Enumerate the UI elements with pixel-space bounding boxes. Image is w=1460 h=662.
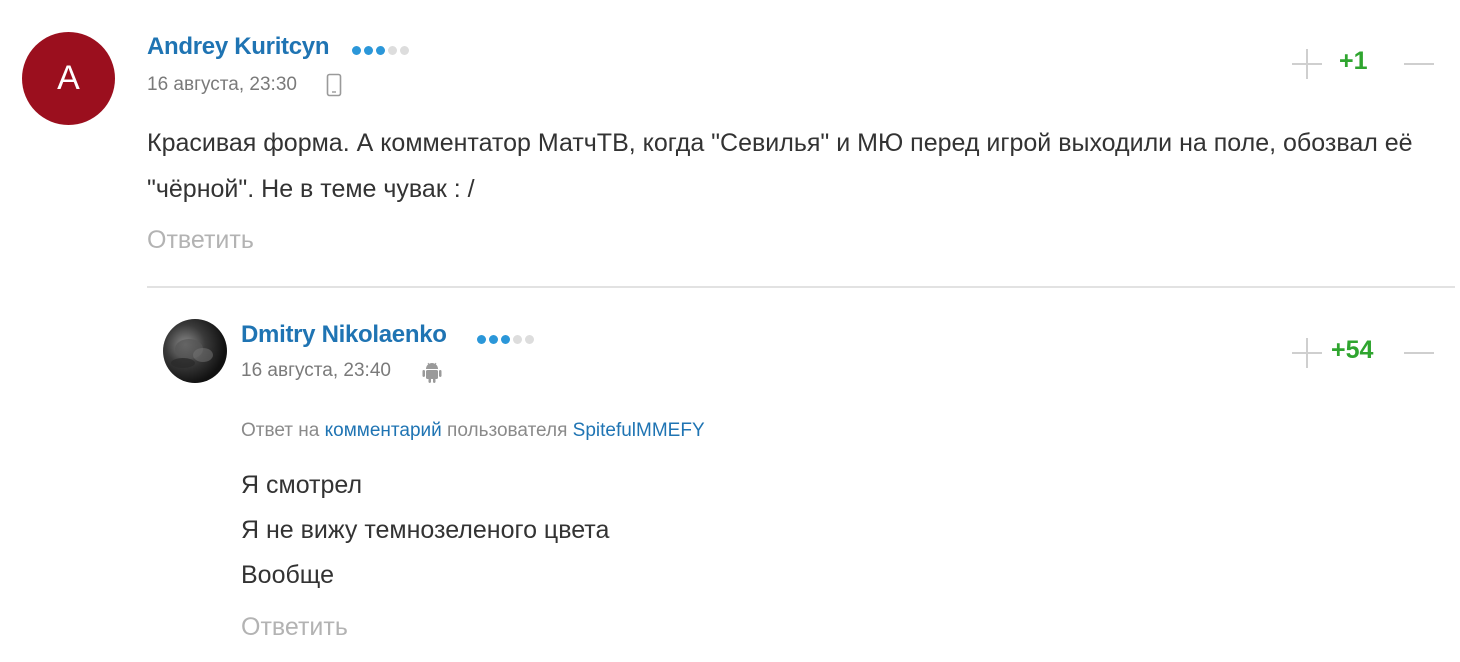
- comments-thread: A Andrey Kuritcyn 16 августа, 23:30 +1 К…: [0, 0, 1460, 662]
- avatar-image: [171, 339, 213, 368]
- android-icon: [422, 362, 442, 383]
- user-rating-dots: [477, 333, 534, 345]
- rating-dot: [501, 334, 510, 344]
- rating-dot: [400, 45, 409, 55]
- rating-dot: [513, 334, 522, 344]
- user-rating-dots: [352, 44, 409, 56]
- rating-dot: [376, 45, 385, 55]
- parent-comment-link[interactable]: комментарий: [325, 420, 442, 441]
- avatar[interactable]: A: [22, 32, 115, 125]
- author-name[interactable]: Dmitry Nikolaenko: [241, 321, 447, 349]
- avatar[interactable]: [163, 319, 227, 383]
- comment-text-line: Вообще: [241, 561, 334, 589]
- comment-date[interactable]: 16 августа, 23:40: [241, 360, 391, 382]
- rating-dot: [364, 45, 373, 55]
- vote-score: +54: [1331, 336, 1374, 364]
- reply-prefix: Ответ на: [241, 420, 320, 441]
- parent-user-link[interactable]: SpitefulMMEFY: [573, 420, 705, 441]
- upvote-button[interactable]: [1292, 49, 1322, 79]
- reply-middle: пользователя: [447, 420, 568, 441]
- downvote-button[interactable]: [1404, 49, 1434, 79]
- reply-button[interactable]: Ответить: [147, 226, 254, 255]
- mobile-phone-icon: [326, 73, 342, 97]
- divider: [147, 286, 1455, 288]
- rating-dot: [388, 45, 397, 55]
- comment-text: Красивая форма. А комментатор МатчТВ, ко…: [147, 129, 1413, 203]
- comment-date[interactable]: 16 августа, 23:30: [147, 74, 297, 96]
- comment-text-line: Я смотрел: [241, 471, 363, 499]
- upvote-button[interactable]: [1292, 338, 1322, 368]
- author-name[interactable]: Andrey Kuritcyn: [147, 33, 330, 61]
- downvote-button[interactable]: [1404, 338, 1434, 368]
- rating-dot: [352, 45, 361, 55]
- rating-dot: [525, 334, 534, 344]
- reply-button[interactable]: Ответить: [241, 613, 348, 642]
- reply-to-info: Ответ на комментарий пользователя Spitef…: [241, 420, 705, 442]
- comment-text-line: Я не вижу темнозеленого цвета: [241, 516, 610, 544]
- rating-dot: [489, 334, 498, 344]
- vote-score: +1: [1339, 47, 1368, 75]
- rating-dot: [477, 334, 486, 344]
